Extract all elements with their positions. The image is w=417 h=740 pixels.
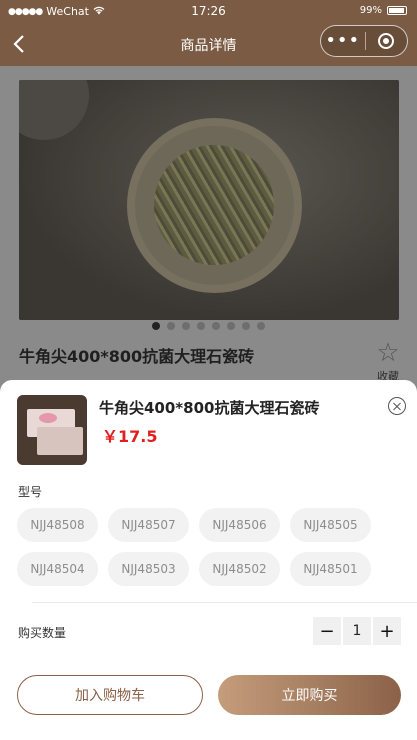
product-thumbnail xyxy=(17,395,87,465)
status-time: 17:26 xyxy=(191,4,226,18)
sku-selection-sheet: 牛角尖400*800抗菌大理石瓷砖 ￥17.5 型号 NJJ48508 NJJ48… xyxy=(0,380,417,740)
quantity-stepper: − 1 + xyxy=(313,617,401,645)
product-image-carousel[interactable] xyxy=(19,80,399,320)
decrease-button[interactable]: − xyxy=(313,617,341,645)
sheet-price: ￥17.5 xyxy=(102,427,158,446)
model-chip[interactable]: NJJ48504 xyxy=(17,552,98,586)
carousel-dot[interactable] xyxy=(182,322,190,330)
carousel-dot[interactable] xyxy=(197,322,205,330)
model-chip[interactable]: NJJ48507 xyxy=(108,508,189,542)
model-chip[interactable]: NJJ48502 xyxy=(199,552,280,586)
action-bar: 加入购物车 立即购买 xyxy=(17,675,401,715)
increase-button[interactable]: + xyxy=(373,617,401,645)
thumbnail-card-back xyxy=(37,427,83,455)
model-label: 型号 xyxy=(18,485,43,499)
battery-icon xyxy=(387,6,407,15)
more-options-icon[interactable]: ••• xyxy=(321,32,365,50)
close-icon[interactable] xyxy=(388,397,406,415)
model-chip[interactable]: NJJ48501 xyxy=(290,552,371,586)
buy-now-button[interactable]: 立即购买 xyxy=(218,675,401,715)
add-to-cart-button[interactable]: 加入购物车 xyxy=(17,675,203,715)
nav-bar: 商品详情 ••• xyxy=(0,22,417,66)
top-bar: ●●●●● WeChat 17:26 99% 商品详情 ••• xyxy=(0,0,417,66)
carousel-indicator xyxy=(0,322,417,330)
carousel-dot[interactable] xyxy=(212,322,220,330)
close-mini-program-button[interactable] xyxy=(365,33,407,49)
carousel-dot[interactable] xyxy=(167,322,175,330)
divider xyxy=(32,602,417,603)
sheet-product-name: 牛角尖400*800抗菌大理石瓷砖 xyxy=(99,399,320,417)
favorite-button[interactable]: ☆ 收藏 xyxy=(373,340,403,384)
photo-tea-leaves xyxy=(154,145,274,265)
battery-percent: 99% xyxy=(359,5,382,16)
thumbnail-logo xyxy=(39,413,57,423)
carousel-dot[interactable] xyxy=(227,322,235,330)
product-title: 牛角尖400*800抗菌大理石瓷砖 xyxy=(19,347,255,366)
model-chip[interactable]: NJJ48505 xyxy=(290,508,371,542)
quantity-label: 购买数量 xyxy=(18,626,67,640)
status-bar: ●●●●● WeChat 17:26 99% xyxy=(0,0,417,22)
quantity-value[interactable]: 1 xyxy=(343,617,371,645)
carousel-dot[interactable] xyxy=(257,322,265,330)
carousel-dot[interactable] xyxy=(152,322,160,330)
mini-program-capsule: ••• xyxy=(320,25,408,57)
star-icon: ☆ xyxy=(376,338,400,368)
model-chip[interactable]: NJJ48508 xyxy=(17,508,98,542)
status-right: 99% xyxy=(360,5,407,16)
model-options: NJJ48508 NJJ48507 NJJ48506 NJJ48505 NJJ48504… xyxy=(17,508,397,586)
model-chip[interactable]: NJJ48506 xyxy=(199,508,280,542)
model-chip[interactable]: NJJ48503 xyxy=(108,552,189,586)
carousel-dot[interactable] xyxy=(242,322,250,330)
target-icon xyxy=(378,33,395,49)
